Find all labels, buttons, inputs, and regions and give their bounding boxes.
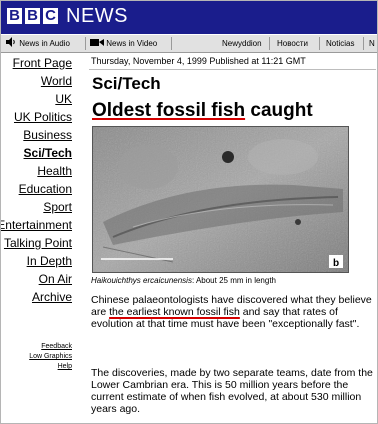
sidebar-item-in-depth[interactable]: In Depth [27,254,72,268]
sidebar-item-uk-politics[interactable]: UK Politics [14,110,72,124]
speaker-icon [6,37,15,47]
sidebar-item-sci-tech[interactable]: Sci/Tech [24,146,72,160]
sidebar-item-uk[interactable]: UK [55,92,72,106]
sidebar-item-health[interactable]: Health [37,164,72,178]
news-in-video-label: News in Video [106,39,158,48]
photo-caption: Haikouichthys ercaicunensis: About 25 mm… [91,276,276,285]
bbc-logo-letter: B [7,8,22,24]
nav-divider [85,37,86,50]
headline: Oldest fossil fish caught [92,100,313,122]
help-link[interactable]: Help [58,362,72,371]
sidebar-item-entertainment[interactable]: Entertainment [1,218,72,232]
news-in-audio-link[interactable]: News in Audio [5,35,70,52]
newyddion-link[interactable]: Newyddion [222,35,262,52]
news-in-video-link[interactable]: News in Video [90,35,157,52]
section-title: Sci/Tech [92,74,161,93]
sidebar-item-business[interactable]: Business [23,128,72,142]
nav-divider [269,37,270,50]
nav-link-partial[interactable]: N [369,35,375,52]
bbc-logo-letter: B [25,8,40,24]
sidebar-item-talking-point[interactable]: Talking Point [4,236,72,250]
photo-panel-label: b [333,258,339,269]
nav-divider [171,37,172,50]
bbc-news-masthead[interactable]: B B C NEWS [1,1,377,34]
sidebar-item-archive[interactable]: Archive [32,290,72,304]
headline-rest: caught [245,100,313,121]
video-camera-icon [90,39,104,46]
news-wordmark: NEWS [66,5,128,27]
nav-divider [319,37,320,50]
caption-text: : About 25 mm in length [191,276,276,285]
fossil-image: b [93,127,348,272]
fossil-photo: b [92,126,349,273]
novosti-link[interactable]: Новости [277,35,308,52]
sidebar-item-front-page[interactable]: Front Page [13,56,72,70]
bbc-logo-letter: C [43,8,58,24]
sidebar-item-education[interactable]: Education [19,182,72,196]
article-paragraph-2: The discoveries, made by two separate te… [91,367,373,415]
para1-highlight: the earliest known fossil fish [109,306,240,318]
sidebar-item-on-air[interactable]: On Air [39,272,72,286]
noticias-link[interactable]: Noticias [326,35,354,52]
news-in-audio-label: News in Audio [19,39,70,48]
headline-highlight: Oldest fossil fish [92,100,246,121]
sidebar-item-sport[interactable]: Sport [43,200,72,214]
caption-species: Haikouichthys ercaicunensis [91,276,192,285]
nav-divider [363,37,364,50]
divider [89,69,376,70]
sidebar-item-world[interactable]: World [41,74,72,88]
low-graphics-link[interactable]: Low Graphics [29,352,72,361]
feedback-link[interactable]: Feedback [41,342,72,351]
article-paragraph-1: Chinese palaeontologists have discovered… [91,294,375,330]
article-dateline: Thursday, November 4, 1999 Published at … [91,56,306,66]
language-media-bar: News in Audio News in Video Newyddion Но… [1,35,377,53]
browser-page: B B C NEWS News in Audio News in Video N… [0,0,378,424]
